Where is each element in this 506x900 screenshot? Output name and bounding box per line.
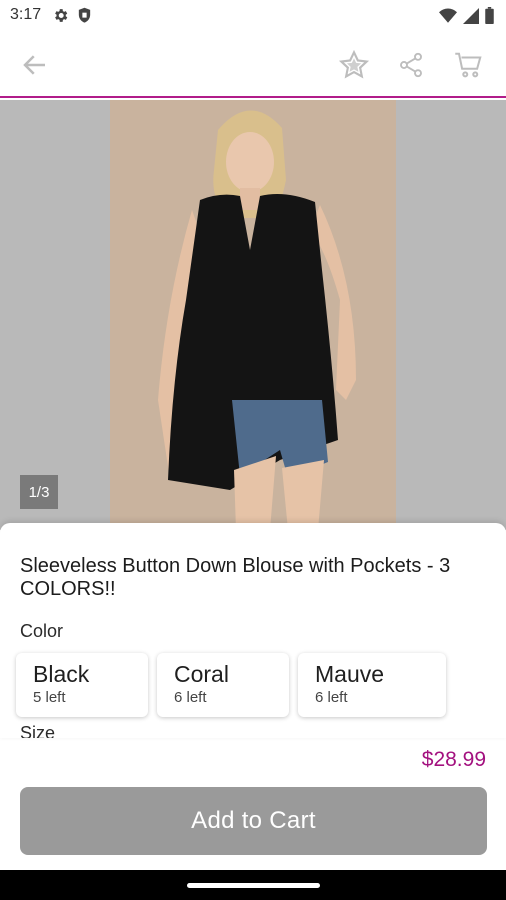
app-bar	[0, 32, 506, 98]
signal-icon	[463, 7, 479, 29]
back-arrow-icon[interactable]	[18, 48, 52, 82]
share-icon[interactable]	[394, 48, 428, 82]
gear-icon	[52, 7, 69, 29]
shield-icon	[77, 7, 92, 29]
size-label: Size	[20, 723, 56, 738]
wifi-icon	[439, 8, 457, 29]
color-option-stock: 5 left	[33, 689, 66, 706]
home-gesture-handle[interactable]	[187, 883, 320, 888]
color-option-coral[interactable]: Coral 6 left	[157, 653, 289, 717]
product-price: $28.99	[421, 748, 486, 771]
color-option-name: Coral	[174, 661, 229, 687]
cart-icon[interactable]	[452, 48, 486, 82]
color-option-black[interactable]: Black 5 left	[16, 653, 148, 717]
product-photo	[110, 100, 396, 530]
color-option-stock: 6 left	[174, 689, 207, 706]
color-option-name: Black	[33, 661, 90, 687]
status-time: 3:17	[10, 6, 42, 23]
color-label: Color	[20, 621, 64, 641]
color-option-mauve[interactable]: Mauve 6 left	[298, 653, 446, 717]
color-option-name: Mauve	[315, 661, 385, 687]
product-image-gallery[interactable]: 1/3	[0, 100, 506, 530]
product-details-sheet[interactable]: Sleeveless Button Down Blouse with Pocke…	[0, 523, 506, 738]
battery-icon	[485, 7, 494, 29]
system-nav-bar	[0, 870, 506, 900]
image-page-indicator: 1/3	[20, 475, 58, 509]
add-to-cart-button[interactable]: Add to Cart	[20, 787, 487, 855]
product-title: Sleeveless Button Down Blouse with Pocke…	[20, 555, 451, 600]
status-bar: 3:17	[0, 0, 506, 32]
star-icon[interactable]	[337, 48, 371, 82]
color-option-stock: 6 left	[315, 689, 348, 706]
